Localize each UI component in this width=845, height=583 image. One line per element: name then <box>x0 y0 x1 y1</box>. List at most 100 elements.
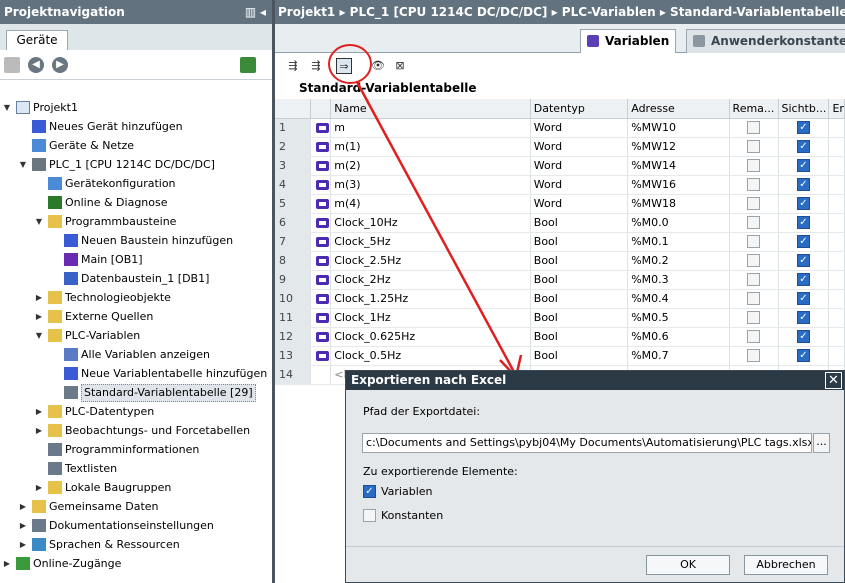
ok-button[interactable]: OK <box>646 555 730 575</box>
visible-checkbox[interactable]: ✓ <box>796 121 810 135</box>
address-cell[interactable]: %MW16 <box>627 175 730 195</box>
remanent-checkbox[interactable] <box>747 140 761 154</box>
address-cell[interactable]: %MW18 <box>627 194 730 214</box>
column-header[interactable]: Er <box>828 99 845 119</box>
visible-checkbox[interactable]: ✓ <box>796 273 810 287</box>
tree-item[interactable]: Gerätekonfiguration <box>0 174 272 193</box>
tree-item[interactable]: Programminformationen <box>0 440 272 459</box>
cancel-button[interactable]: Abbrechen <box>744 555 828 575</box>
expand-arrow-icon[interactable]: ▶ <box>34 478 44 497</box>
address-cell[interactable]: %M0.0 <box>627 213 730 233</box>
tab-geraete[interactable]: Geräte <box>6 30 68 50</box>
tree-item[interactable]: ▶ Lokale Baugruppen <box>0 478 272 497</box>
tree-item[interactable]: Alle Variablen anzeigen <box>0 345 272 364</box>
datatype-cell[interactable]: Word <box>530 156 629 176</box>
remanent-checkbox[interactable] <box>747 121 761 135</box>
name-cell[interactable]: Clock_5Hz <box>330 232 531 252</box>
tree-item[interactable]: Neuen Baustein hinzufügen <box>0 231 272 250</box>
datatype-cell[interactable]: Bool <box>530 289 629 309</box>
breadcrumb-item[interactable]: PLC_1 [CPU 1214C DC/DC/DC] <box>350 5 548 19</box>
datatype-cell[interactable]: Bool <box>530 232 629 252</box>
tree-item[interactable]: Online & Diagnose <box>0 193 272 212</box>
add-row-icon[interactable]: ⇶ <box>285 58 301 74</box>
table-row[interactable]: 2 m(1) Word %MW12 ✓ <box>275 137 845 157</box>
remanent-checkbox[interactable] <box>747 311 761 325</box>
datatype-cell[interactable]: Word <box>530 137 629 157</box>
address-cell[interactable]: %MW10 <box>627 118 730 138</box>
datatype-cell[interactable]: Bool <box>530 308 629 328</box>
remanent-checkbox[interactable] <box>747 159 761 173</box>
address-cell[interactable]: %MW12 <box>627 137 730 157</box>
tree-item[interactable]: ▼ Programmbausteine <box>0 212 272 231</box>
tree-item[interactable]: ▶ Externe Quellen <box>0 307 272 326</box>
close-icon[interactable]: ✕ <box>825 372 842 389</box>
collapse-arrow-icon[interactable]: ▼ <box>34 212 44 231</box>
visible-checkbox[interactable]: ✓ <box>796 178 810 192</box>
name-cell[interactable]: Clock_0.625Hz <box>330 327 531 347</box>
table-row[interactable]: 10 Clock_1.25Hz Bool %M0.4 ✓ <box>275 289 845 309</box>
project-view-icon[interactable] <box>240 57 256 73</box>
column-header[interactable]: Rema... <box>729 99 779 119</box>
tree-item[interactable]: Neue Variablentabelle hinzufügen <box>0 364 272 383</box>
tree-item[interactable]: Neues Gerät hinzufügen <box>0 117 272 136</box>
tree-item[interactable]: ▶ Online-Zugänge <box>0 554 272 573</box>
remanent-checkbox[interactable] <box>747 273 761 287</box>
tree-item[interactable]: ▶ Technologieobjekte <box>0 288 272 307</box>
address-cell[interactable]: %M0.6 <box>627 327 730 347</box>
table-row[interactable]: 12 Clock_0.625Hz Bool %M0.6 ✓ <box>275 327 845 347</box>
name-cell[interactable]: m(4) <box>330 194 531 214</box>
collapse-arrow-icon[interactable]: ▼ <box>2 98 12 117</box>
expand-arrow-icon[interactable]: ▶ <box>34 288 44 307</box>
tree-item[interactable]: ▼ Projekt1 <box>0 98 272 117</box>
tree-item[interactable]: ▶ Dokumentationseinstellungen <box>0 516 272 535</box>
address-cell[interactable]: %MW14 <box>627 156 730 176</box>
tab-anwenderkonstanten[interactable]: Anwenderkonstanten <box>686 29 845 53</box>
remanent-checkbox[interactable] <box>747 330 761 344</box>
name-cell[interactable]: Clock_10Hz <box>330 213 531 233</box>
visible-checkbox[interactable]: ✓ <box>796 159 810 173</box>
datatype-cell[interactable]: Bool <box>530 213 629 233</box>
table-row[interactable]: 8 Clock_2.5Hz Bool %M0.2 ✓ <box>275 251 845 271</box>
tree-item[interactable]: Geräte & Netze <box>0 136 272 155</box>
remanent-checkbox[interactable] <box>747 216 761 230</box>
visible-checkbox[interactable]: ✓ <box>796 349 810 363</box>
table-row[interactable]: 9 Clock_2Hz Bool %M0.3 ✓ <box>275 270 845 290</box>
table-row[interactable]: 13 Clock_0.5Hz Bool %M0.7 ✓ <box>275 346 845 366</box>
table-row[interactable]: 3 m(2) Word %MW14 ✓ <box>275 156 845 176</box>
visible-checkbox[interactable]: ✓ <box>796 330 810 344</box>
remanent-checkbox[interactable] <box>747 178 761 192</box>
export-icon[interactable]: ⇒ <box>336 58 352 74</box>
name-cell[interactable]: Clock_1Hz <box>330 308 531 328</box>
back-icon[interactable]: ◀ <box>28 57 44 73</box>
address-cell[interactable]: %M0.1 <box>627 232 730 252</box>
name-cell[interactable]: Clock_2.5Hz <box>330 251 531 271</box>
tree-item[interactable]: ▶ Sprachen & Ressourcen <box>0 535 272 554</box>
expand-arrow-icon[interactable]: ▶ <box>18 497 28 516</box>
table-row[interactable]: 1 m Word %MW10 ✓ <box>275 118 845 138</box>
table-row[interactable]: 6 Clock_10Hz Bool %M0.0 ✓ <box>275 213 845 233</box>
address-cell[interactable]: %M0.4 <box>627 289 730 309</box>
expand-arrow-icon[interactable]: ▶ <box>34 402 44 421</box>
column-header[interactable] <box>310 99 332 119</box>
column-header[interactable]: Datentyp <box>530 99 629 119</box>
column-header[interactable]: Adresse <box>627 99 730 119</box>
export-path-field[interactable]: c:\Documents and Settings\pybj04\My Docu… <box>362 433 812 453</box>
visible-checkbox[interactable]: ✓ <box>796 197 810 211</box>
name-cell[interactable]: m(3) <box>330 175 531 195</box>
name-cell[interactable]: Clock_0.5Hz <box>330 346 531 366</box>
datatype-cell[interactable]: Word <box>530 175 629 195</box>
address-cell[interactable]: %M0.5 <box>627 308 730 328</box>
expand-arrow-icon[interactable]: ▶ <box>34 307 44 326</box>
remanent-checkbox[interactable] <box>747 235 761 249</box>
tab-variablen[interactable]: Variablen <box>580 29 677 53</box>
datatype-cell[interactable]: Bool <box>530 346 629 366</box>
tree-item[interactable]: Main [OB1] <box>0 250 272 269</box>
expand-arrow-icon[interactable]: ▶ <box>18 535 28 554</box>
table-row[interactable]: 4 m(3) Word %MW16 ✓ <box>275 175 845 195</box>
tree-item[interactable]: ▼ PLC_1 [CPU 1214C DC/DC/DC] <box>0 155 272 174</box>
new-item-icon[interactable] <box>4 57 20 73</box>
column-header[interactable]: Name <box>330 99 531 119</box>
datatype-cell[interactable]: Word <box>530 194 629 214</box>
monitor-icon[interactable]: 👁 <box>370 58 386 74</box>
tree-item[interactable]: Datenbaustein_1 [DB1] <box>0 269 272 288</box>
